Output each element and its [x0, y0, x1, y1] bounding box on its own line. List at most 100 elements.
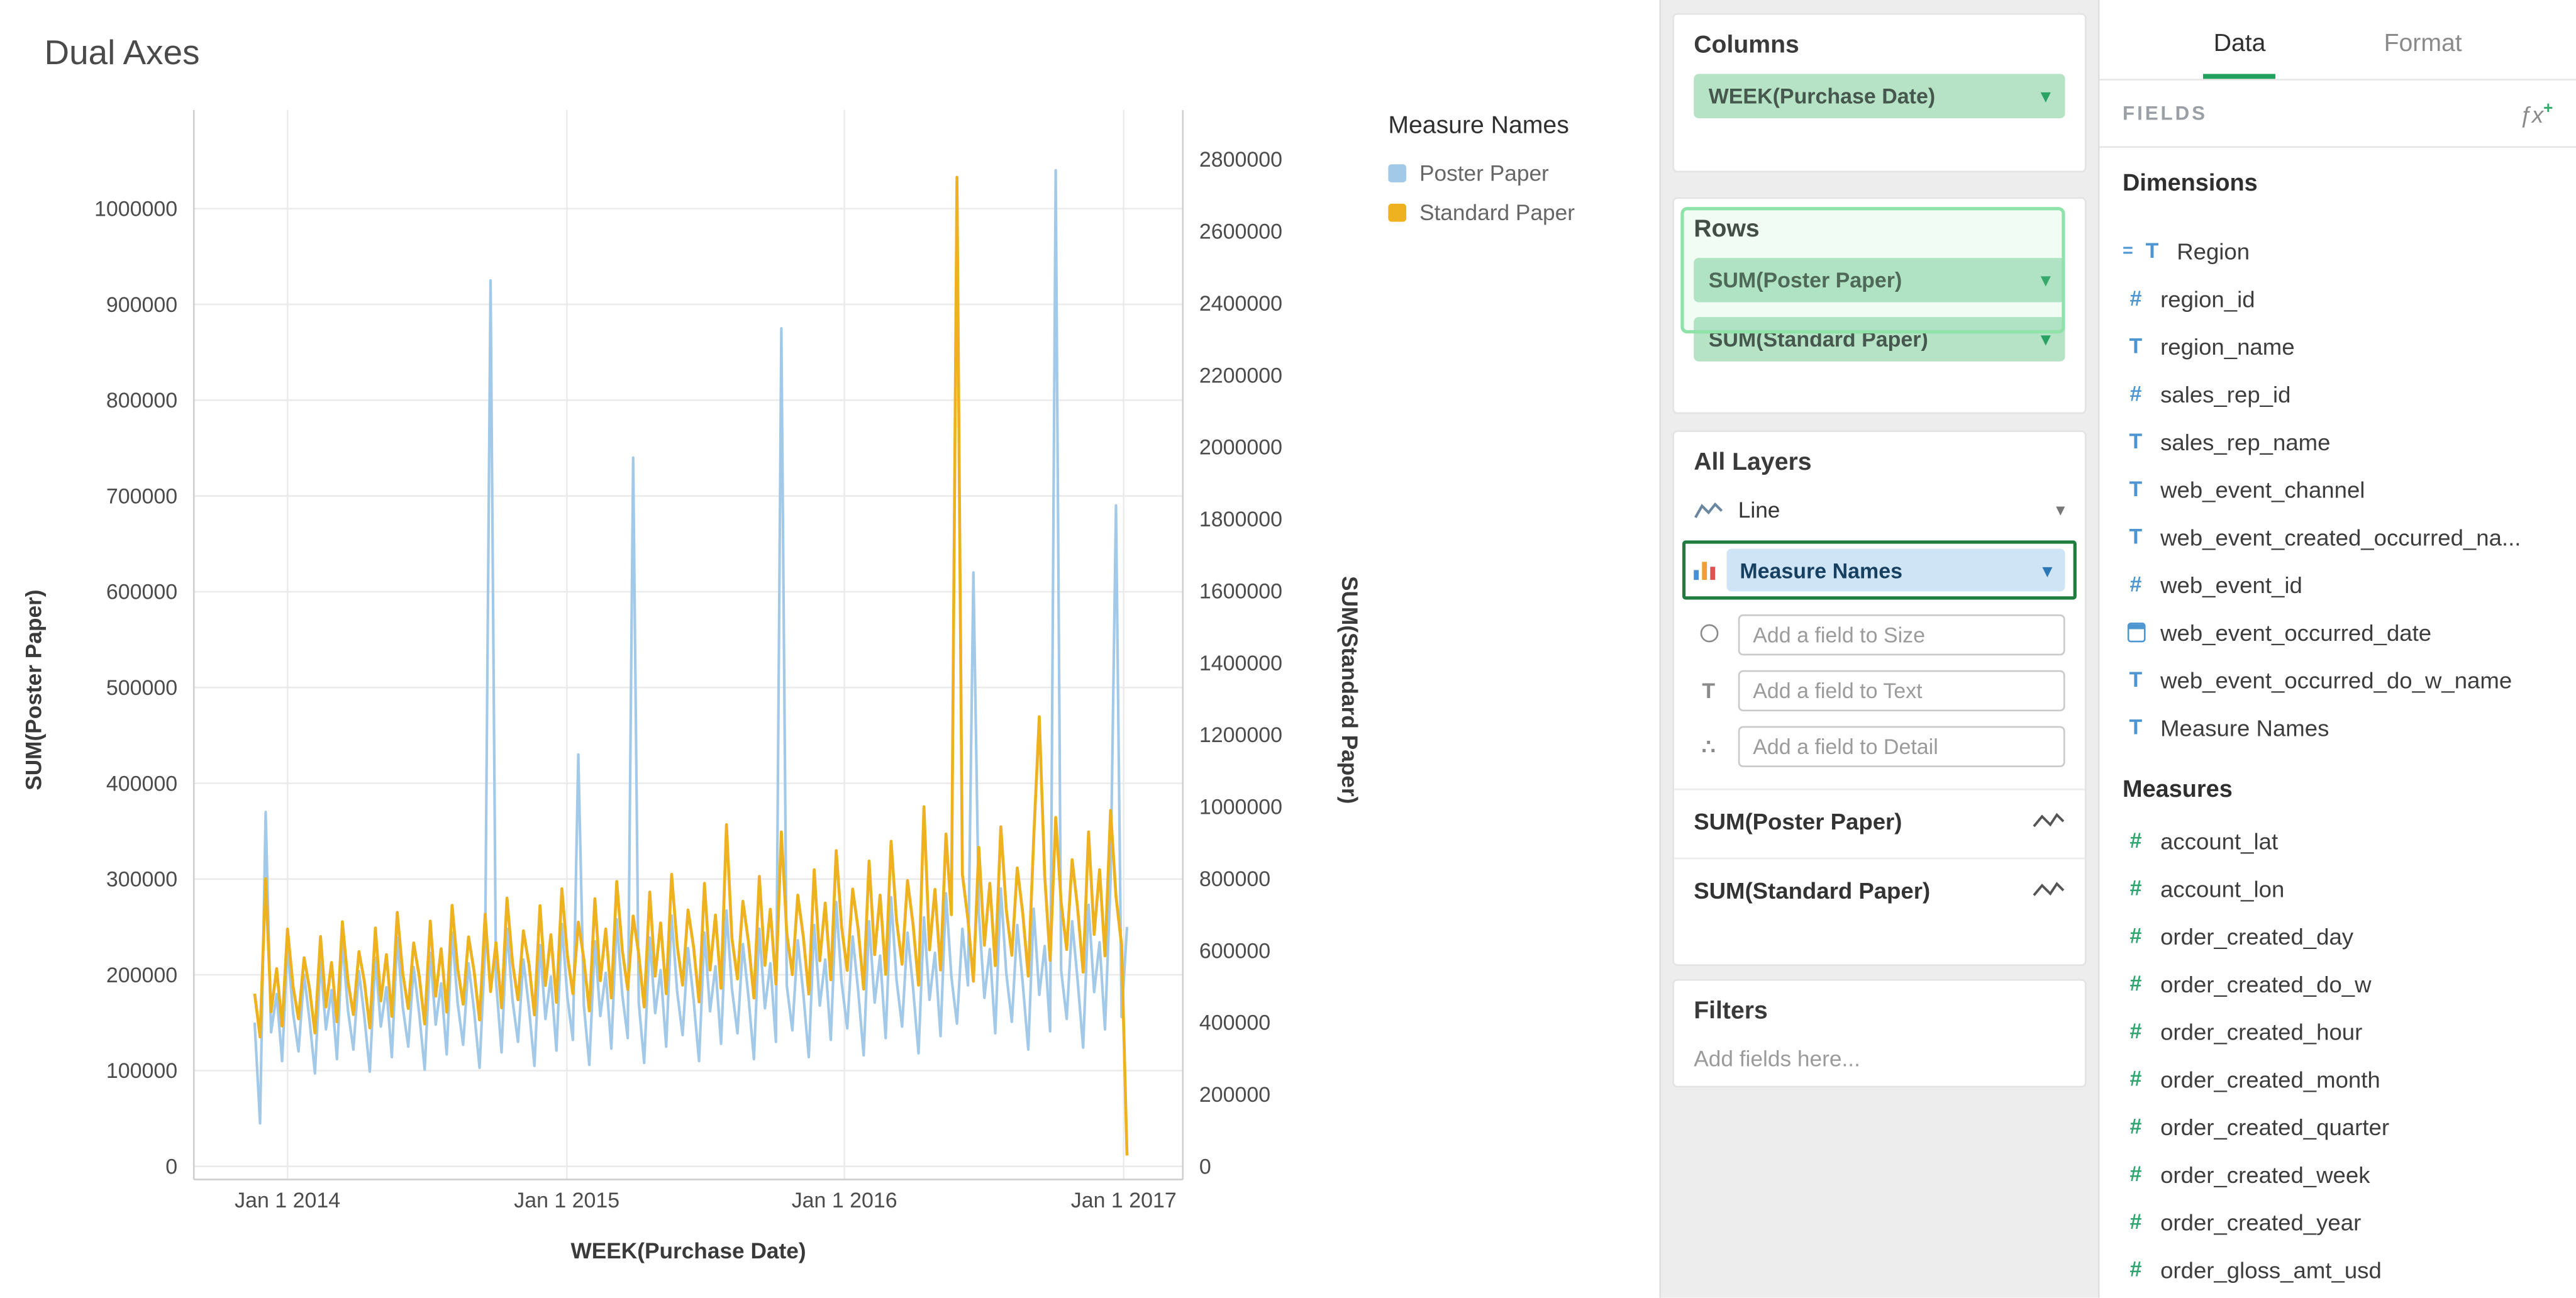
svg-text:1000000: 1000000: [94, 197, 177, 221]
columns-pill-week-purchase-date[interactable]: WEEK(Purchase Date) ▾: [1694, 74, 2065, 119]
number-type-icon: #: [2123, 1114, 2149, 1138]
field-label: order_gloss_amt_usd: [2160, 1256, 2382, 1282]
number-type-icon: #: [2123, 572, 2149, 596]
layer-sum-standard-paper[interactable]: SUM(Standard Paper): [1674, 858, 2085, 906]
measure-names-pill[interactable]: Measure Names ▾: [1726, 548, 2065, 591]
pill-label: SUM(Poster Paper): [1709, 268, 1902, 292]
measure-item-order-created-dow[interactable]: # order_created_do_w: [2123, 960, 2553, 1007]
all-layers-card: All Layers Line ▾ Measure Names ▾: [1672, 430, 2086, 966]
measure-item-order-created-day[interactable]: # order_created_day: [2123, 912, 2553, 960]
field-label: order_created_month: [2160, 1065, 2380, 1092]
dimension-item-sales-rep-id[interactable]: # sales_rep_id: [2123, 370, 2553, 418]
text-type-icon: T: [2123, 667, 2149, 692]
svg-text:Jan 1 2016: Jan 1 2016: [792, 1189, 897, 1212]
svg-text:Jan 1 2017: Jan 1 2017: [1071, 1189, 1177, 1212]
measure-item-account-lon[interactable]: # account_lon: [2123, 864, 2553, 912]
legend-entry-poster-paper[interactable]: Poster Paper: [1388, 161, 1575, 186]
dimensions-section-title: Dimensions: [2123, 171, 2553, 197]
layer-label: SUM(Poster Paper): [1694, 808, 1902, 835]
svg-text:2800000: 2800000: [1199, 148, 1282, 172]
svg-text:SUM(Standard Paper): SUM(Standard Paper): [1337, 576, 1362, 804]
dimension-item-web-event-channel[interactable]: T web_event_channel: [2123, 465, 2553, 513]
svg-text:Jan 1 2015: Jan 1 2015: [514, 1189, 619, 1212]
rows-pill-sum-poster-paper[interactable]: SUM(Poster Paper) ▾: [1694, 258, 2065, 302]
measure-item-order-created-quarter[interactable]: # order_created_quarter: [2123, 1102, 2553, 1150]
field-label: order_created_hour: [2160, 1018, 2362, 1044]
filters-title: Filters: [1694, 997, 2065, 1025]
chevron-down-icon: ▾: [2041, 86, 2050, 107]
text-drop-row: T: [1694, 670, 2065, 711]
field-label: web_event_occurred_do_w_name: [2160, 666, 2512, 692]
measure-item-account-lat[interactable]: # account_lat: [2123, 816, 2553, 864]
rows-pill-sum-standard-paper[interactable]: SUM(Standard Paper) ▾: [1694, 317, 2065, 362]
measure-item-order-created-month[interactable]: # order_created_month: [2123, 1055, 2553, 1102]
text-type-icon: T: [2123, 333, 2149, 358]
measure-item-order-created-week[interactable]: # order_created_week: [2123, 1150, 2553, 1198]
field-label: Measure Names: [2160, 714, 2329, 740]
svg-text:900000: 900000: [106, 293, 177, 317]
svg-text:0: 0: [1199, 1155, 1211, 1179]
number-type-icon: #: [2123, 286, 2149, 311]
svg-text:700000: 700000: [106, 484, 177, 508]
svg-text:0: 0: [165, 1155, 177, 1179]
legend-entry-standard-paper[interactable]: Standard Paper: [1388, 201, 1575, 225]
size-field-input[interactable]: [1738, 614, 2065, 655]
dimension-item-web-event-created-occurred[interactable]: T web_event_created_occurred_na...: [2123, 513, 2553, 560]
dimension-item-measure-names[interactable]: T Measure Names: [2123, 703, 2553, 751]
field-label: region_name: [2160, 333, 2295, 359]
data-pane-tabs: Data Format: [2099, 0, 2576, 79]
measure-item-order-gloss-amt-usd[interactable]: # order_gloss_amt_usd: [2123, 1245, 2553, 1293]
dimension-item-web-event-id[interactable]: # web_event_id: [2123, 560, 2553, 608]
dimension-item-region[interactable]: = T Region: [2123, 226, 2553, 274]
measure-names-highlight-annotation: Measure Names ▾: [1682, 540, 2077, 599]
dimension-item-region-id[interactable]: # region_id: [2123, 274, 2553, 322]
svg-text:200000: 200000: [1199, 1083, 1270, 1107]
text-type-icon: T: [2123, 477, 2149, 501]
field-label: sales_rep_id: [2160, 380, 2290, 407]
field-label: order_created_day: [2160, 923, 2353, 949]
legend: Measure Names Poster Paper Standard Pape…: [1388, 112, 1575, 240]
svg-text:WEEK(Purchase Date): WEEK(Purchase Date): [570, 1239, 806, 1263]
text-field-input[interactable]: [1738, 670, 2065, 711]
field-label: order_created_week: [2160, 1161, 2370, 1187]
data-pane: Data Format FIELDS ƒx+ Dimensions = T Re…: [2098, 0, 2576, 1298]
layer-label: SUM(Standard Paper): [1694, 877, 1930, 904]
legend-title: Measure Names: [1388, 112, 1575, 140]
number-type-icon: #: [2123, 1209, 2149, 1234]
columns-shelf: Columns WEEK(Purchase Date) ▾: [1672, 13, 2086, 172]
svg-text:200000: 200000: [106, 963, 177, 987]
svg-text:1800000: 1800000: [1199, 508, 1282, 531]
svg-text:1000000: 1000000: [1199, 796, 1282, 819]
app-window: Dual Axes 010000020000030000040000050000…: [0, 0, 2576, 1298]
chevron-down-icon: ▾: [2041, 328, 2050, 350]
tab-format[interactable]: Format: [2374, 30, 2472, 79]
detail-icon: ∴: [1694, 733, 1723, 760]
dimension-item-region-name[interactable]: T region_name: [2123, 322, 2553, 370]
tab-data[interactable]: Data: [2204, 30, 2275, 79]
chevron-down-icon: ▾: [2043, 559, 2051, 580]
create-calculated-field-icon[interactable]: ƒx+: [2519, 99, 2553, 127]
size-icon: [1694, 623, 1723, 647]
dimension-item-web-event-occurred-date[interactable]: web_event_occurred_date: [2123, 608, 2553, 656]
svg-text:SUM(Poster Paper): SUM(Poster Paper): [21, 590, 46, 790]
measure-item-order-created-hour[interactable]: # order_created_hour: [2123, 1007, 2553, 1055]
dimension-item-sales-rep-name[interactable]: T sales_rep_name: [2123, 418, 2553, 465]
field-label: order_created_do_w: [2160, 970, 2371, 997]
layer-sum-poster-paper[interactable]: SUM(Poster Paper): [1674, 789, 2085, 836]
poster-paper-swatch: [1388, 164, 1406, 182]
filters-shelf[interactable]: Filters Add fields here...: [1672, 979, 2086, 1087]
svg-text:2400000: 2400000: [1199, 292, 1282, 316]
svg-text:400000: 400000: [106, 772, 177, 796]
calculated-field-icon: =: [2123, 241, 2136, 260]
dimension-item-web-event-occurred-dow-name[interactable]: T web_event_occurred_do_w_name: [2123, 655, 2553, 703]
svg-text:100000: 100000: [106, 1059, 177, 1083]
svg-text:300000: 300000: [106, 868, 177, 892]
svg-text:2200000: 2200000: [1199, 363, 1282, 387]
measure-item-order-created-year[interactable]: # order_created_year: [2123, 1197, 2553, 1245]
detail-field-input[interactable]: [1738, 726, 2065, 767]
svg-text:1600000: 1600000: [1199, 579, 1282, 603]
number-type-icon: #: [2123, 828, 2149, 853]
number-type-icon: #: [2123, 971, 2149, 996]
mark-type-dropdown[interactable]: Line ▾: [1694, 498, 2065, 523]
svg-text:800000: 800000: [106, 389, 177, 413]
